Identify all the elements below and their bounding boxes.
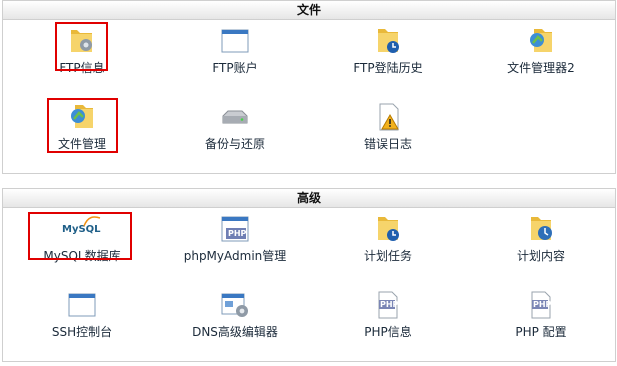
cron-jobs-label: 计划任务 <box>363 249 412 263</box>
disk-drive-icon <box>222 110 248 124</box>
php-config-badge: PHP <box>533 300 552 309</box>
php-config-item[interactable]: PHP PHP 配置 <box>466 290 616 340</box>
ftp-info-label: FTP信息 <box>59 61 105 75</box>
ftp-accounts-label: FTP账户 <box>212 61 258 75</box>
warning-log-icon <box>379 103 399 131</box>
file-manager-icon <box>530 29 552 52</box>
phpmyadmin-label: phpMyAdmin管理 <box>183 249 287 263</box>
cron-content-label: 计划内容 <box>516 249 565 263</box>
folder-gear-icon <box>71 30 92 52</box>
ftp-login-history-item[interactable]: FTP登陆历史 <box>313 26 463 76</box>
window-icon <box>221 29 249 53</box>
php-info-label: PHP信息 <box>364 325 412 339</box>
file-manager-item[interactable]: 文件管理 <box>7 102 157 152</box>
advanced-panel-title: 高级 <box>3 189 615 208</box>
folder-clock-icon <box>531 217 552 240</box>
php-window-icon: PHP <box>220 214 250 244</box>
php-config-label: PHP 配置 <box>515 325 567 339</box>
ftp-accounts-item[interactable]: FTP账户 <box>160 26 310 76</box>
error-log-label: 错误日志 <box>363 137 412 151</box>
error-log-item[interactable]: 错误日志 <box>313 102 463 152</box>
file-manager-2-label: 文件管理器2 <box>507 61 575 75</box>
backup-restore-item[interactable]: 备份与还原 <box>160 102 310 152</box>
php-badge: PHP <box>228 229 247 238</box>
php-info-badge: PHP <box>380 300 399 309</box>
cron-jobs-item[interactable]: 计划任务 <box>313 214 463 264</box>
php-file-icon: PHP <box>373 290 403 320</box>
cron-content-item[interactable]: 计划内容 <box>466 214 616 264</box>
ssh-console-label: SSH控制台 <box>51 325 113 339</box>
php-file-icon: PHP <box>526 290 556 320</box>
phpmyadmin-item[interactable]: PHP phpMyAdmin管理 <box>160 214 310 264</box>
mysql-databases-item[interactable]: MySQL MySQL数据库 <box>7 214 157 264</box>
advanced-panel: 高级 MySQL MySQL数据库 PHP phpMyAdmin管理 计划任务 … <box>2 188 616 362</box>
ssh-console-item[interactable]: SSH控制台 <box>7 290 157 340</box>
ftp-info-item[interactable]: FTP信息 <box>7 26 157 76</box>
dns-editor-label: DNS高级编辑器 <box>192 325 278 339</box>
php-info-item[interactable]: PHP PHP信息 <box>313 290 463 340</box>
file-manager-2-item[interactable]: 文件管理器2 <box>466 26 616 76</box>
window-icon <box>68 293 96 317</box>
files-panel: 文件 FTP信息 FTP账户 FTP登陆历史 文件管理器2 文件管理 备份与还原… <box>2 0 616 174</box>
dns-editor-icon <box>221 293 248 317</box>
file-manager-icon <box>71 105 93 128</box>
mysql-logo-icon: MySQL <box>62 214 102 244</box>
ftp-login-history-label: FTP登陆历史 <box>353 61 423 75</box>
folder-clock-icon <box>378 29 399 53</box>
mysql-databases-label: MySQL数据库 <box>43 249 121 263</box>
files-panel-title: 文件 <box>3 1 615 20</box>
file-manager-label: 文件管理 <box>57 137 106 151</box>
folder-clock-icon <box>378 217 399 241</box>
backup-restore-label: 备份与还原 <box>204 137 265 151</box>
dns-editor-item[interactable]: DNS高级编辑器 <box>160 290 310 340</box>
